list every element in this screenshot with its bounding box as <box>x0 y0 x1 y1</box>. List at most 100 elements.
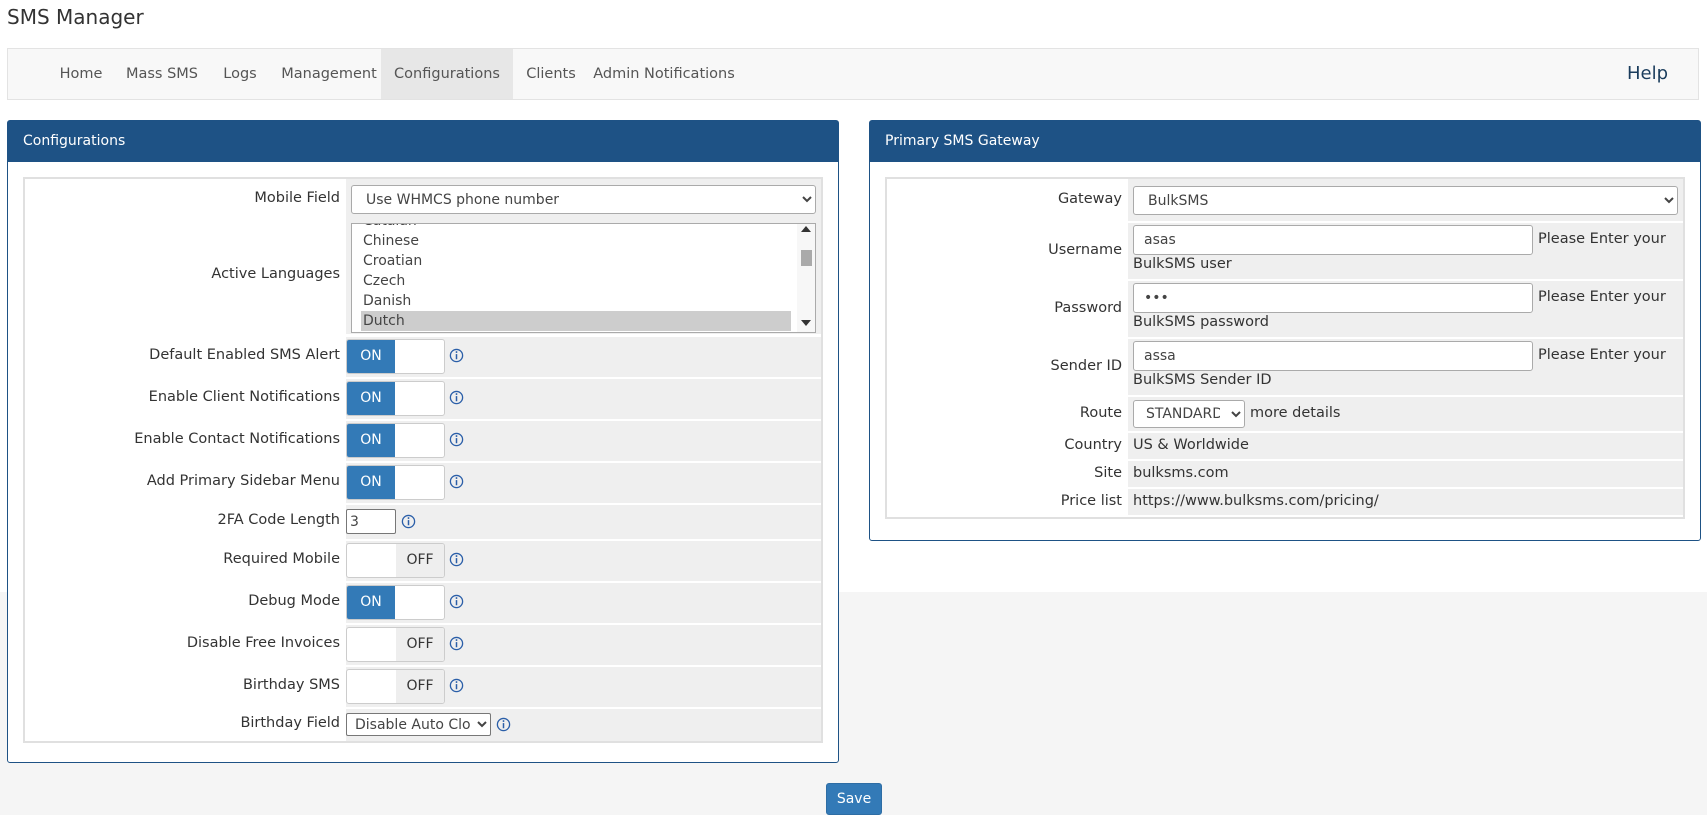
site-label: Site <box>1094 465 1122 481</box>
row-add-primary-sidebar-menu: Add Primary Sidebar Menu ON <box>25 463 821 503</box>
info-icon[interactable] <box>449 432 464 447</box>
configurations-panel-title: Configurations <box>8 121 838 162</box>
route-more-details-link[interactable]: more details <box>1250 405 1340 421</box>
scroll-thumb[interactable] <box>801 250 812 266</box>
sender-id-help-line2: BulkSMS Sender ID <box>1133 372 1272 388</box>
username-input[interactable] <box>1133 225 1533 255</box>
row-site: Site bulksms.com <box>887 461 1683 487</box>
default-enabled-sms-alert-toggle[interactable]: ON <box>346 339 445 374</box>
birthday-sms-toggle[interactable]: OFF <box>346 669 445 704</box>
nav-mass-sms[interactable]: Mass SMS <box>114 49 210 99</box>
row-price-list: Price list https://www.bulksms.com/prici… <box>887 489 1683 515</box>
active-languages-listbox[interactable]: Catalan Chinese Croatian Czech Danish Du… <box>351 223 816 333</box>
toggle-off-label: OFF <box>396 544 444 577</box>
sender-id-help-line1: Please Enter your <box>1538 347 1666 363</box>
info-icon[interactable] <box>449 678 464 693</box>
password-help-line2: BulkSMS password <box>1133 314 1269 330</box>
site-value: bulksms.com <box>1133 465 1229 481</box>
row-username: Username Please Enter your BulkSMS user <box>887 223 1683 279</box>
nav-configurations[interactable]: Configurations <box>381 49 513 99</box>
info-icon[interactable] <box>401 514 416 529</box>
info-icon[interactable] <box>496 717 511 732</box>
info-icon[interactable] <box>449 390 464 405</box>
gateway-panel-title: Primary SMS Gateway <box>870 121 1700 162</box>
scroll-down-arrow-icon[interactable] <box>801 320 811 326</box>
row-disable-free-invoices: Disable Free Invoices OFF <box>25 625 821 665</box>
gateway-form: Gateway BulkSMS Username Please Enter yo… <box>885 177 1685 519</box>
debug-mode-toggle[interactable]: ON <box>346 585 445 620</box>
2fa-code-length-label: 2FA Code Length <box>217 512 340 528</box>
password-input[interactable] <box>1133 283 1533 313</box>
scroll-up-arrow-icon[interactable] <box>801 226 811 232</box>
configurations-panel: Configurations Mobile Field Use WHMCS ph… <box>7 120 839 763</box>
language-option[interactable]: Croatian <box>361 251 791 271</box>
row-enable-client-notifications: Enable Client Notifications ON <box>25 379 821 419</box>
password-help-line1: Please Enter your <box>1538 289 1666 305</box>
required-mobile-label: Required Mobile <box>223 551 340 567</box>
disable-free-invoices-label: Disable Free Invoices <box>186 635 340 651</box>
nav-management[interactable]: Management <box>270 49 388 99</box>
route-label: Route <box>1079 405 1122 421</box>
sender-id-label: Sender ID <box>1050 358 1122 374</box>
toggle-off-label: OFF <box>396 670 444 703</box>
row-route: Route STANDARD more details <box>887 397 1683 431</box>
country-label: Country <box>1064 437 1122 453</box>
nav-logs[interactable]: Logs <box>210 49 270 99</box>
enable-contact-notifications-toggle[interactable]: ON <box>346 423 445 458</box>
save-button[interactable]: Save <box>826 783 882 815</box>
main-navbar: Home Mass SMS Logs Management Configurat… <box>7 48 1699 100</box>
language-option[interactable]: Danish <box>361 291 791 311</box>
info-icon[interactable] <box>449 552 464 567</box>
username-label: Username <box>1048 242 1122 258</box>
disable-free-invoices-toggle[interactable]: OFF <box>346 627 445 662</box>
nav-home[interactable]: Home <box>48 49 114 99</box>
username-help-line2: BulkSMS user <box>1133 256 1232 272</box>
username-help-line1: Please Enter your <box>1538 231 1666 247</box>
toggle-on-label: ON <box>347 586 395 619</box>
row-password: Password Please Enter your BulkSMS passw… <box>887 281 1683 337</box>
configurations-form: Mobile Field Use WHMCS phone number Acti… <box>23 177 823 743</box>
sender-id-input[interactable] <box>1133 341 1533 371</box>
toggle-on-label: ON <box>347 424 395 457</box>
toggle-on-label: ON <box>347 466 395 499</box>
help-link[interactable]: Help <box>1627 49 1668 99</box>
add-primary-sidebar-menu-toggle[interactable]: ON <box>346 465 445 500</box>
language-option[interactable]: Catalan <box>361 224 791 231</box>
toggle-off-label: OFF <box>396 628 444 661</box>
gateway-label: Gateway <box>1057 191 1122 207</box>
country-value: US & Worldwide <box>1133 437 1249 453</box>
info-icon[interactable] <box>449 636 464 651</box>
active-languages-label: Active Languages <box>211 266 340 282</box>
debug-mode-label: Debug Mode <box>248 593 340 609</box>
row-2fa-code-length: 2FA Code Length <box>25 505 821 539</box>
row-gateway: Gateway BulkSMS <box>887 179 1683 221</box>
row-birthday-field: Birthday Field Disable Auto Close <box>25 709 821 741</box>
info-icon[interactable] <box>449 348 464 363</box>
row-default-enabled-sms-alert: Default Enabled SMS Alert ON <box>25 337 821 377</box>
row-country: Country US & Worldwide <box>887 433 1683 459</box>
birthday-sms-label: Birthday SMS <box>242 677 340 693</box>
price-list-label: Price list <box>1060 493 1122 509</box>
language-option[interactable]: Czech <box>361 271 791 291</box>
nav-admin-notifications[interactable]: Admin Notifications <box>589 49 739 99</box>
gateway-select[interactable]: BulkSMS <box>1133 186 1678 215</box>
enable-contact-notifications-label: Enable Contact Notifications <box>134 431 340 447</box>
language-option-selected[interactable]: Dutch <box>361 311 791 331</box>
2fa-code-length-input[interactable] <box>346 509 396 534</box>
row-birthday-sms: Birthday SMS OFF <box>25 667 821 707</box>
languages-scrollbar[interactable] <box>797 224 815 332</box>
language-option[interactable]: Chinese <box>361 231 791 251</box>
gateway-panel: Primary SMS Gateway Gateway BulkSMS User… <box>869 120 1701 541</box>
info-icon[interactable] <box>449 474 464 489</box>
app-title: SMS Manager <box>7 5 144 29</box>
password-label: Password <box>1054 300 1122 316</box>
required-mobile-toggle[interactable]: OFF <box>346 543 445 578</box>
nav-clients[interactable]: Clients <box>513 49 589 99</box>
route-select[interactable]: STANDARD <box>1133 400 1245 428</box>
birthday-field-select[interactable]: Disable Auto Close <box>346 713 491 736</box>
info-icon[interactable] <box>449 594 464 609</box>
enable-client-notifications-toggle[interactable]: ON <box>346 381 445 416</box>
row-mobile-field: Mobile Field Use WHMCS phone number <box>25 179 821 219</box>
toggle-on-label: ON <box>347 382 395 415</box>
mobile-field-select[interactable]: Use WHMCS phone number <box>351 185 816 214</box>
